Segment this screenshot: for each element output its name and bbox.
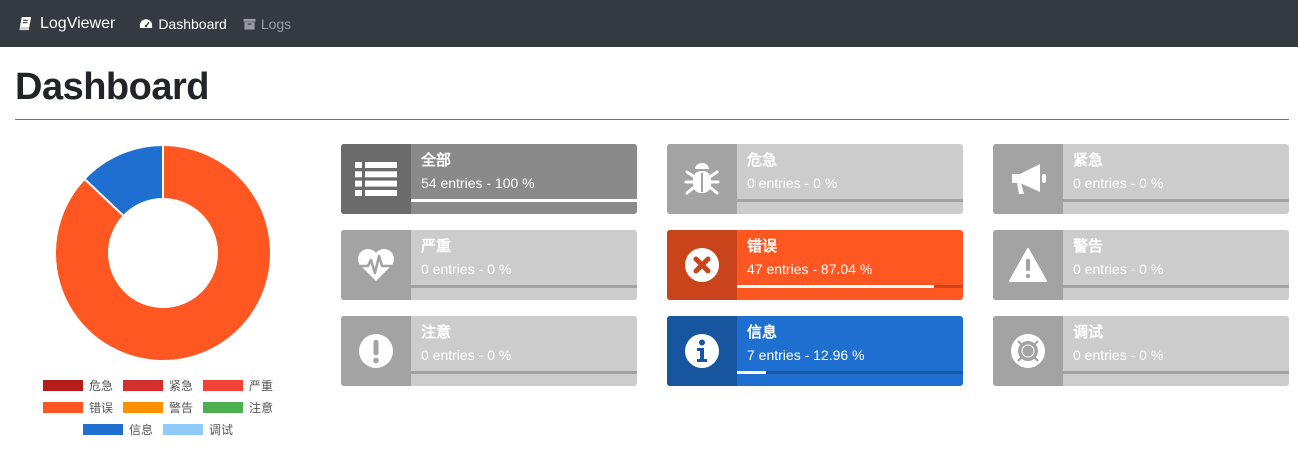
level-box-count: 0 entries - 0 % xyxy=(421,347,512,363)
level-box-count: 47 entries - 87.04 % xyxy=(747,261,873,277)
level-box-count: 0 entries - 0 % xyxy=(747,175,838,191)
legend-label: 信息 xyxy=(129,422,154,437)
bug-icon xyxy=(667,144,737,214)
brand-name: LogViewer xyxy=(40,14,116,32)
legend-item[interactable]: 错误 xyxy=(43,399,123,416)
legend-item[interactable]: 注意 xyxy=(203,399,283,416)
level-box[interactable]: 警告 0 entries - 0 % xyxy=(993,230,1289,300)
book-icon xyxy=(19,16,32,31)
legend-row: 信息 调试 xyxy=(30,418,296,440)
level-box-content: 错误 47 entries - 87.04 % xyxy=(737,230,963,300)
level-box-title: 调试 xyxy=(1073,324,1104,341)
legend-swatch xyxy=(43,379,83,391)
level-box-progress-fill xyxy=(411,199,637,202)
brand-link[interactable]: LogViewer xyxy=(18,15,115,33)
bullhorn-icon xyxy=(993,144,1063,214)
warning-icon xyxy=(993,230,1063,300)
legend-label: 错误 xyxy=(89,400,114,415)
level-box-content: 调试 0 entries - 0 % xyxy=(1063,316,1289,386)
level-box-content: 信息 7 entries - 12.96 % xyxy=(737,316,963,386)
legend-label: 严重 xyxy=(249,378,274,393)
level-box-count: 0 entries - 0 % xyxy=(1073,347,1164,363)
legend-item[interactable]: 危急 xyxy=(43,377,123,394)
doughnut-chart-svg xyxy=(54,143,272,362)
chart-legend: 危急 紧急 严重错误 警告 注意信息 调试 xyxy=(30,374,296,440)
times-circle-icon xyxy=(667,230,737,300)
title-divider xyxy=(15,119,1289,120)
nav-logs[interactable]: Logs xyxy=(243,16,291,32)
level-box-progress xyxy=(411,285,637,288)
legend-item[interactable]: 紧急 xyxy=(123,377,203,394)
level-box[interactable]: 错误 47 entries - 87.04 % xyxy=(667,230,963,300)
info-circle-icon xyxy=(667,316,737,386)
level-box-title: 信息 xyxy=(747,324,778,341)
level-box-title: 紧急 xyxy=(1073,152,1104,169)
level-box-content: 注意 0 entries - 0 % xyxy=(411,316,637,386)
list-icon xyxy=(341,144,411,214)
legend-row: 危急 紧急 严重 xyxy=(30,374,296,396)
legend-swatch xyxy=(203,379,243,391)
legend-label: 警告 xyxy=(169,400,194,415)
level-box[interactable]: 紧急 0 entries - 0 % xyxy=(993,144,1289,214)
level-box[interactable]: 危急 0 entries - 0 % xyxy=(667,144,963,214)
legend-swatch xyxy=(163,423,203,435)
legend-swatch xyxy=(83,423,123,435)
legend-row: 错误 警告 注意 xyxy=(30,396,296,418)
level-box-progress xyxy=(1063,371,1289,374)
level-box[interactable]: 严重 0 entries - 0 % xyxy=(341,230,637,300)
archive-icon xyxy=(243,18,256,30)
legend-swatch xyxy=(123,401,163,413)
level-box[interactable]: 调试 0 entries - 0 % xyxy=(993,316,1289,386)
legend-label: 调试 xyxy=(209,422,234,437)
level-box-content: 警告 0 entries - 0 % xyxy=(1063,230,1289,300)
legend-item[interactable]: 警告 xyxy=(123,399,203,416)
legend-item[interactable]: 严重 xyxy=(203,377,283,394)
level-box-progress xyxy=(737,371,963,374)
level-box-title: 警告 xyxy=(1073,238,1104,255)
page-title: Dashboard xyxy=(15,66,209,108)
level-box-progress xyxy=(737,199,963,202)
legend-item[interactable]: 调试 xyxy=(163,421,243,438)
doughnut-chart: 危急 紧急 严重错误 警告 注意信息 调试 xyxy=(30,140,296,440)
nav-logs-label: Logs xyxy=(260,15,292,32)
level-box-progress xyxy=(1063,285,1289,288)
level-box-title: 严重 xyxy=(421,238,452,255)
nav-dashboard-label: Dashboard xyxy=(158,15,227,32)
legend-swatch xyxy=(203,401,243,413)
legend-item[interactable]: 信息 xyxy=(83,421,163,438)
level-box-content: 危急 0 entries - 0 % xyxy=(737,144,963,214)
nav-dashboard[interactable]: Dashboard xyxy=(139,16,227,32)
level-box-content: 紧急 0 entries - 0 % xyxy=(1063,144,1289,214)
level-box[interactable]: 全部 54 entries - 100 % xyxy=(341,144,637,214)
level-box-content: 严重 0 entries - 0 % xyxy=(411,230,637,300)
legend-swatch xyxy=(43,401,83,413)
level-box-progress-fill xyxy=(737,371,767,374)
level-box[interactable]: 注意 0 entries - 0 % xyxy=(341,316,637,386)
exclamation-circle-icon xyxy=(341,316,411,386)
level-box[interactable]: 信息 7 entries - 12.96 % xyxy=(667,316,963,386)
level-box-count: 0 entries - 0 % xyxy=(1073,175,1164,191)
heartbeat-icon xyxy=(341,230,411,300)
level-box-progress xyxy=(1063,199,1289,202)
life-ring-icon xyxy=(993,316,1063,386)
navbar: LogViewer Dashboard Logs xyxy=(0,0,1298,47)
level-box-title: 全部 xyxy=(421,152,452,169)
legend-swatch xyxy=(123,379,163,391)
legend-label: 紧急 xyxy=(169,378,194,393)
level-box-content: 全部 54 entries - 100 % xyxy=(411,144,637,214)
level-box-count: 54 entries - 100 % xyxy=(421,175,535,191)
level-box-progress-fill xyxy=(737,285,934,288)
level-box-count: 0 entries - 0 % xyxy=(421,261,512,277)
level-box-progress xyxy=(411,371,637,374)
legend-label: 注意 xyxy=(249,400,274,415)
tachometer-icon xyxy=(140,18,153,28)
level-box-title: 错误 xyxy=(747,238,778,255)
level-box-title: 注意 xyxy=(421,324,452,341)
level-box-progress xyxy=(411,199,637,202)
level-box-count: 7 entries - 12.96 % xyxy=(747,347,865,363)
legend-label: 危急 xyxy=(89,378,114,393)
level-box-progress xyxy=(737,285,963,288)
level-box-title: 危急 xyxy=(747,152,778,169)
level-box-count: 0 entries - 0 % xyxy=(1073,261,1164,277)
